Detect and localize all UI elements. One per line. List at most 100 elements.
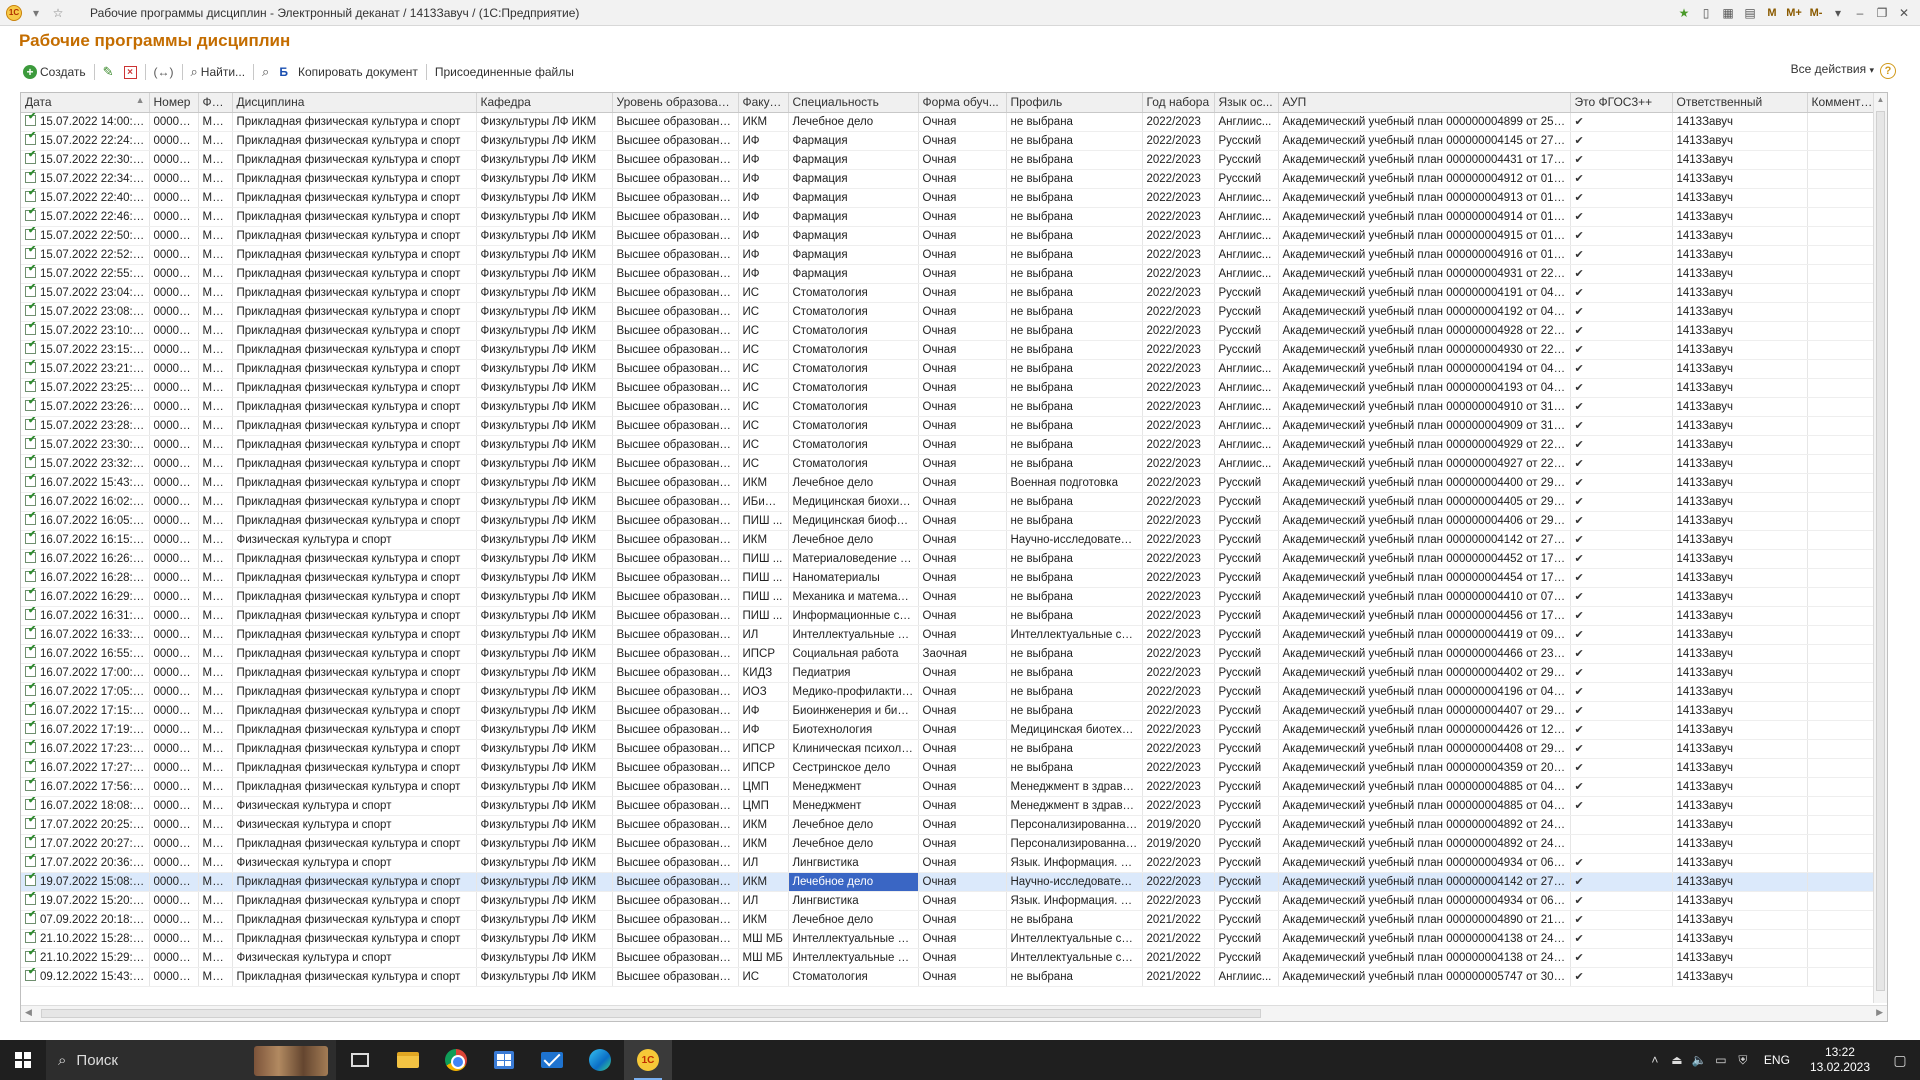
cell-language[interactable]: Русский (1214, 701, 1279, 721)
cell-fgos3pp[interactable]: ✔ (1570, 701, 1673, 721)
cell-specialty[interactable]: Стоматология (788, 340, 919, 360)
table-row[interactable]: 16.07.2022 17:27:2400002...Мо...Прикладн… (21, 758, 1882, 778)
cell-number[interactable]: 00002... (149, 758, 199, 778)
cell-study-form[interactable]: Очная (918, 967, 1007, 987)
cell-study-form[interactable]: Очная (918, 435, 1007, 455)
cell-fgos3pp[interactable]: ✔ (1570, 682, 1673, 702)
cell-enroll-year[interactable]: 2022/2023 (1142, 359, 1215, 379)
table-row[interactable]: 07.09.2022 20:18:5500002...Мо...Прикладн… (21, 910, 1882, 930)
cell-fgos3pp[interactable]: ✔ (1570, 663, 1673, 683)
cell-number[interactable]: 00002... (149, 302, 199, 322)
cell-enroll-year[interactable]: 2022/2023 (1142, 739, 1215, 759)
cell-faculty[interactable]: ЦМП (738, 777, 789, 797)
cell-faculty[interactable]: ИОЗ (738, 682, 789, 702)
cell-aup[interactable]: Академический учебный план 000000004196 … (1278, 682, 1571, 702)
cell-edu-level[interactable]: Высшее образовани... (612, 131, 739, 151)
cell-discipline[interactable]: Прикладная физическая культура и спорт (232, 834, 477, 854)
cell-date[interactable]: 17.07.2022 20:27:10 (21, 834, 150, 854)
cell-department[interactable]: Физкультуры ЛФ ИКМ (476, 264, 613, 284)
cell-aup[interactable]: Академический учебный план 000000004885 … (1278, 796, 1571, 816)
cell-department[interactable]: Физкультуры ЛФ ИКМ (476, 207, 613, 227)
cell-fgos3pp[interactable]: ✔ (1570, 758, 1673, 778)
clock[interactable]: 13:22 13.02.2023 (1800, 1045, 1880, 1075)
cell-edu-level[interactable]: Высшее образовани... (612, 815, 739, 835)
cell-comment[interactable] (1807, 739, 1882, 759)
cell-department[interactable]: Физкультуры ЛФ ИКМ (476, 530, 613, 550)
cell-faculty[interactable]: ИС (738, 378, 789, 398)
cell-comment[interactable] (1807, 473, 1882, 493)
cell-edu-level[interactable]: Высшее образовани... (612, 188, 739, 208)
cell-language[interactable]: Русский (1214, 606, 1279, 626)
cell-edu-level[interactable]: Высшее образовани... (612, 720, 739, 740)
cell-profile[interactable]: Персонализированная ... (1006, 815, 1143, 835)
cell-language[interactable]: Русский (1214, 568, 1279, 588)
cell-number[interactable]: 00002... (149, 872, 199, 892)
cell-aup[interactable]: Академический учебный план 000000004405 … (1278, 492, 1571, 512)
cell-responsible[interactable]: 1413Завуч (1672, 682, 1808, 702)
cell-discipline[interactable]: Прикладная физическая культура и спорт (232, 283, 477, 303)
cancel-search-button[interactable]: ⌕ (257, 61, 274, 83)
table-row[interactable]: 15.07.2022 23:25:2400002...Мо...Прикладн… (21, 378, 1882, 398)
cell-enroll-year[interactable]: 2022/2023 (1142, 473, 1215, 493)
cell-study-form[interactable]: Очная (918, 796, 1007, 816)
cell-fi[interactable]: Мо... (198, 891, 233, 911)
cell-fi[interactable]: Мо... (198, 758, 233, 778)
cell-language[interactable]: Русский (1214, 815, 1279, 835)
cell-specialty[interactable]: Информационные сис... (788, 606, 919, 626)
cell-fi[interactable]: Мо... (198, 720, 233, 740)
table-row[interactable]: 15.07.2022 22:50:0200002...Мо...Прикладн… (21, 226, 1882, 246)
cell-department[interactable]: Физкультуры ЛФ ИКМ (476, 777, 613, 797)
cell-department[interactable]: Физкультуры ЛФ ИКМ (476, 701, 613, 721)
cell-discipline[interactable]: Прикладная физическая культура и спорт (232, 758, 477, 778)
cell-edu-level[interactable]: Высшее образовани... (612, 226, 739, 246)
cell-fi[interactable]: Мо... (198, 435, 233, 455)
cell-edu-level[interactable]: Высшее образовани... (612, 625, 739, 645)
cell-fgos3pp[interactable]: ✔ (1570, 625, 1673, 645)
table-row[interactable]: 16.07.2022 16:05:3900002...Мо...Прикладн… (21, 511, 1882, 531)
cell-language[interactable]: Русский (1214, 777, 1279, 797)
cell-study-form[interactable]: Очная (918, 682, 1007, 702)
cell-responsible[interactable]: 1413Завуч (1672, 188, 1808, 208)
cell-number[interactable]: 00002... (149, 891, 199, 911)
cell-responsible[interactable]: 1413Завуч (1672, 454, 1808, 474)
cell-edu-level[interactable]: Высшее образовани... (612, 891, 739, 911)
cell-department[interactable]: Физкультуры ЛФ ИКМ (476, 872, 613, 892)
cell-edu-level[interactable]: Высшее образовани... (612, 245, 739, 265)
table-row[interactable]: 17.07.2022 20:27:1000002...Мо...Прикладн… (21, 834, 1882, 854)
cell-profile[interactable]: Научно-исследователь... (1006, 872, 1143, 892)
cell-language[interactable]: Русский (1214, 625, 1279, 645)
cell-comment[interactable] (1807, 207, 1882, 227)
cell-specialty[interactable]: Лечебное дело (788, 815, 919, 835)
cell-profile[interactable]: не выбрана (1006, 967, 1143, 987)
cell-specialty[interactable]: Лингвистика (788, 891, 919, 911)
cell-specialty[interactable]: Стоматология (788, 359, 919, 379)
cell-aup[interactable]: Академический учебный план 000000004419 … (1278, 625, 1571, 645)
column-header-aup[interactable]: АУП (1278, 93, 1571, 113)
cell-fi[interactable]: Мо... (198, 663, 233, 683)
cell-enroll-year[interactable]: 2022/2023 (1142, 511, 1215, 531)
cell-department[interactable]: Физкультуры ЛФ ИКМ (476, 834, 613, 854)
cell-language[interactable]: Русский (1214, 302, 1279, 322)
cell-date[interactable]: 21.10.2022 15:29:40 (21, 948, 150, 968)
cell-fgos3pp[interactable]: ✔ (1570, 169, 1673, 189)
cell-language[interactable]: Русский (1214, 796, 1279, 816)
cell-fi[interactable]: Мо... (198, 340, 233, 360)
cell-responsible[interactable]: 1413Завуч (1672, 929, 1808, 949)
cell-department[interactable]: Физкультуры ЛФ ИКМ (476, 226, 613, 246)
cell-date[interactable]: 16.07.2022 17:15:59 (21, 701, 150, 721)
cell-language[interactable]: Англиис... (1214, 188, 1279, 208)
cell-comment[interactable] (1807, 625, 1882, 645)
table-row[interactable]: 16.07.2022 16:29:5100002...Мо...Прикладн… (21, 587, 1882, 607)
cell-profile[interactable]: не выбрана (1006, 359, 1143, 379)
cell-discipline[interactable]: Прикладная физическая культура и спорт (232, 435, 477, 455)
cell-enroll-year[interactable]: 2022/2023 (1142, 454, 1215, 474)
cell-language[interactable]: Русский (1214, 758, 1279, 778)
cell-faculty[interactable]: ИС (738, 340, 789, 360)
memory-m-button[interactable]: M (1762, 3, 1782, 23)
cell-specialty[interactable]: Стоматология (788, 416, 919, 436)
cell-comment[interactable] (1807, 663, 1882, 683)
cell-edu-level[interactable]: Высшее образовани... (612, 910, 739, 930)
cell-aup[interactable]: Академический учебный план 000000004929 … (1278, 435, 1571, 455)
cell-date[interactable]: 15.07.2022 23:10:37 (21, 321, 150, 341)
table-row[interactable]: 09.12.2022 15:43:0900003...Мо...Прикладн… (21, 967, 1882, 987)
